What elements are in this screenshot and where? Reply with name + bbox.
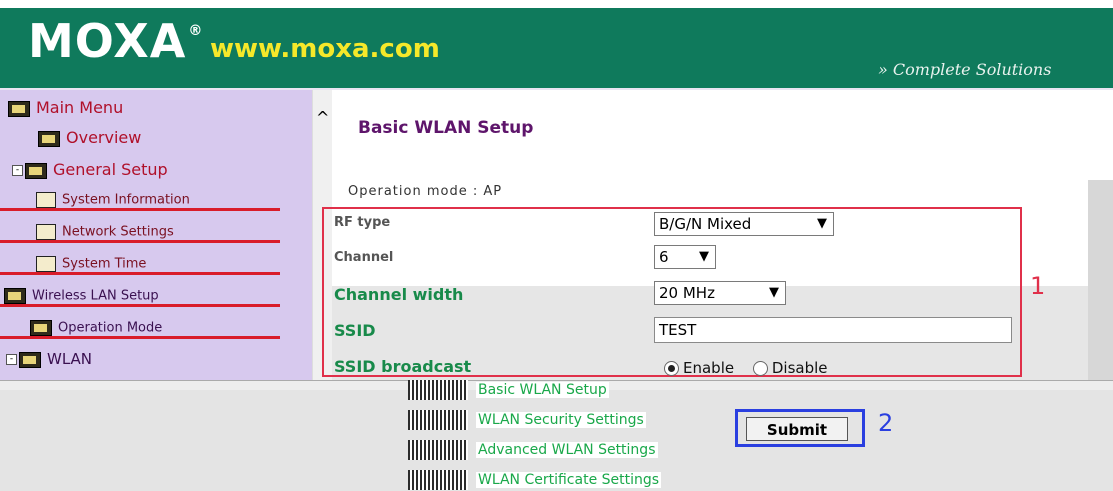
submenu-item-wlan-certificate-settings[interactable]: WLAN Certificate Settings [408, 470, 662, 490]
channel-width-label: Channel width [334, 285, 464, 304]
folder-open-icon [25, 162, 47, 179]
sidebar-item-system-information[interactable]: System Information [36, 192, 190, 208]
sidebar-item-label: Operation Mode [58, 320, 163, 336]
rf-type-select[interactable]: B/G/N Mixed ▼ [654, 212, 834, 236]
render-glitch [0, 304, 280, 307]
page-title: Basic WLAN Setup [358, 118, 534, 138]
channel-value: 6 [659, 248, 669, 266]
expander-icon[interactable]: - [6, 354, 17, 365]
chevron-up-icon[interactable]: ^ [316, 108, 329, 127]
annotation-number-1: 1 [1030, 272, 1046, 300]
sidebar-item-label: Overview [66, 128, 142, 147]
submenu-item-wlan-security-settings[interactable]: WLAN Security Settings [408, 410, 646, 430]
annotation-box-2: Submit [735, 409, 865, 447]
render-glitch [0, 240, 280, 243]
channel-width-select[interactable]: 20 MHz ▼ [654, 281, 786, 305]
expander-icon[interactable]: - [12, 165, 23, 176]
logo-text: MOXA [28, 14, 187, 68]
tree-connector [408, 380, 468, 400]
sidebar-item-label: Main Menu [36, 98, 124, 117]
sidebar-item-label: WLAN [47, 350, 93, 368]
ssid-label: SSID [334, 321, 376, 340]
annotation-number-2: 2 [878, 409, 894, 437]
broadcast-disable-label: Disable [771, 359, 828, 377]
operation-mode-text: Operation mode : AP [348, 184, 503, 199]
tree-connector [408, 410, 468, 430]
broadcast-enable-label: Enable [683, 359, 735, 377]
folder-open-icon [19, 351, 41, 368]
chevron-down-icon: ▼ [699, 249, 709, 264]
sidebar-item-label: General Setup [53, 160, 168, 179]
broadcast-enable-radio[interactable] [664, 361, 679, 376]
folder-icon [30, 320, 52, 336]
sidebar-tree: Main Menu Overview - General Setup System… [0, 90, 312, 390]
sidebar-item-wlan[interactable]: - WLAN [6, 350, 92, 368]
render-glitch [0, 208, 280, 211]
sidebar-item-label: System Information [62, 192, 190, 208]
site-url[interactable]: www.moxa.com [210, 34, 440, 64]
tree-connector [408, 440, 468, 460]
sidebar-item-label: Network Settings [62, 224, 174, 240]
channel-width-value: 20 MHz [659, 284, 715, 302]
document-icon [36, 224, 56, 240]
submit-button[interactable]: Submit [746, 417, 848, 441]
rf-type-value: B/G/N Mixed [659, 215, 752, 233]
tree-connector [408, 470, 468, 490]
sidebar-item-label: System Time [62, 256, 147, 272]
sidebar-item-overview[interactable]: Overview [38, 128, 141, 147]
chevron-down-icon: ▼ [817, 216, 827, 231]
folder-icon [38, 130, 60, 147]
sidebar-item-system-time[interactable]: System Time [36, 256, 146, 272]
channel-label: Channel [334, 250, 394, 265]
sidebar-item-wireless-lan-setup[interactable]: Wireless LAN Setup [4, 288, 159, 304]
render-glitch [0, 336, 280, 339]
ssid-broadcast-label: SSID broadcast [334, 357, 472, 376]
channel-select[interactable]: 6 ▼ [654, 245, 716, 269]
tagline: » Complete Solutions [878, 60, 1052, 79]
folder-open-icon [8, 100, 30, 117]
right-edge-panel [1088, 180, 1113, 390]
sidebar-item-general-setup[interactable]: - General Setup [12, 160, 168, 179]
submenu-item-basic-wlan-setup[interactable]: Basic WLAN Setup [408, 380, 609, 400]
ssid-input[interactable]: TEST [654, 317, 1012, 343]
folder-open-icon [4, 288, 26, 304]
sidebar-item-label: Wireless LAN Setup [32, 288, 159, 304]
rf-type-label: RF type [334, 215, 391, 230]
moxa-logo: MOXA ® [28, 14, 204, 68]
document-icon [36, 256, 56, 272]
wlan-submenu: Basic WLAN Setup WLAN Security Settings … [408, 376, 708, 491]
document-icon [36, 192, 56, 208]
sidebar-item-operation-mode[interactable]: Operation Mode [30, 320, 162, 336]
sidebar-item-network-settings[interactable]: Network Settings [36, 224, 174, 240]
chevron-down-icon: ▼ [769, 285, 779, 300]
ssid-broadcast-options: Enable Disable [664, 359, 828, 377]
submenu-item-advanced-wlan-settings[interactable]: Advanced WLAN Settings [408, 440, 658, 460]
render-glitch [0, 272, 280, 275]
sidebar-item-main-menu[interactable]: Main Menu [8, 98, 123, 117]
broadcast-disable-radio[interactable] [752, 361, 768, 376]
logo-mark: ® [188, 22, 204, 39]
header: MOXA ® www.moxa.com » Complete Solutions [0, 0, 1113, 92]
